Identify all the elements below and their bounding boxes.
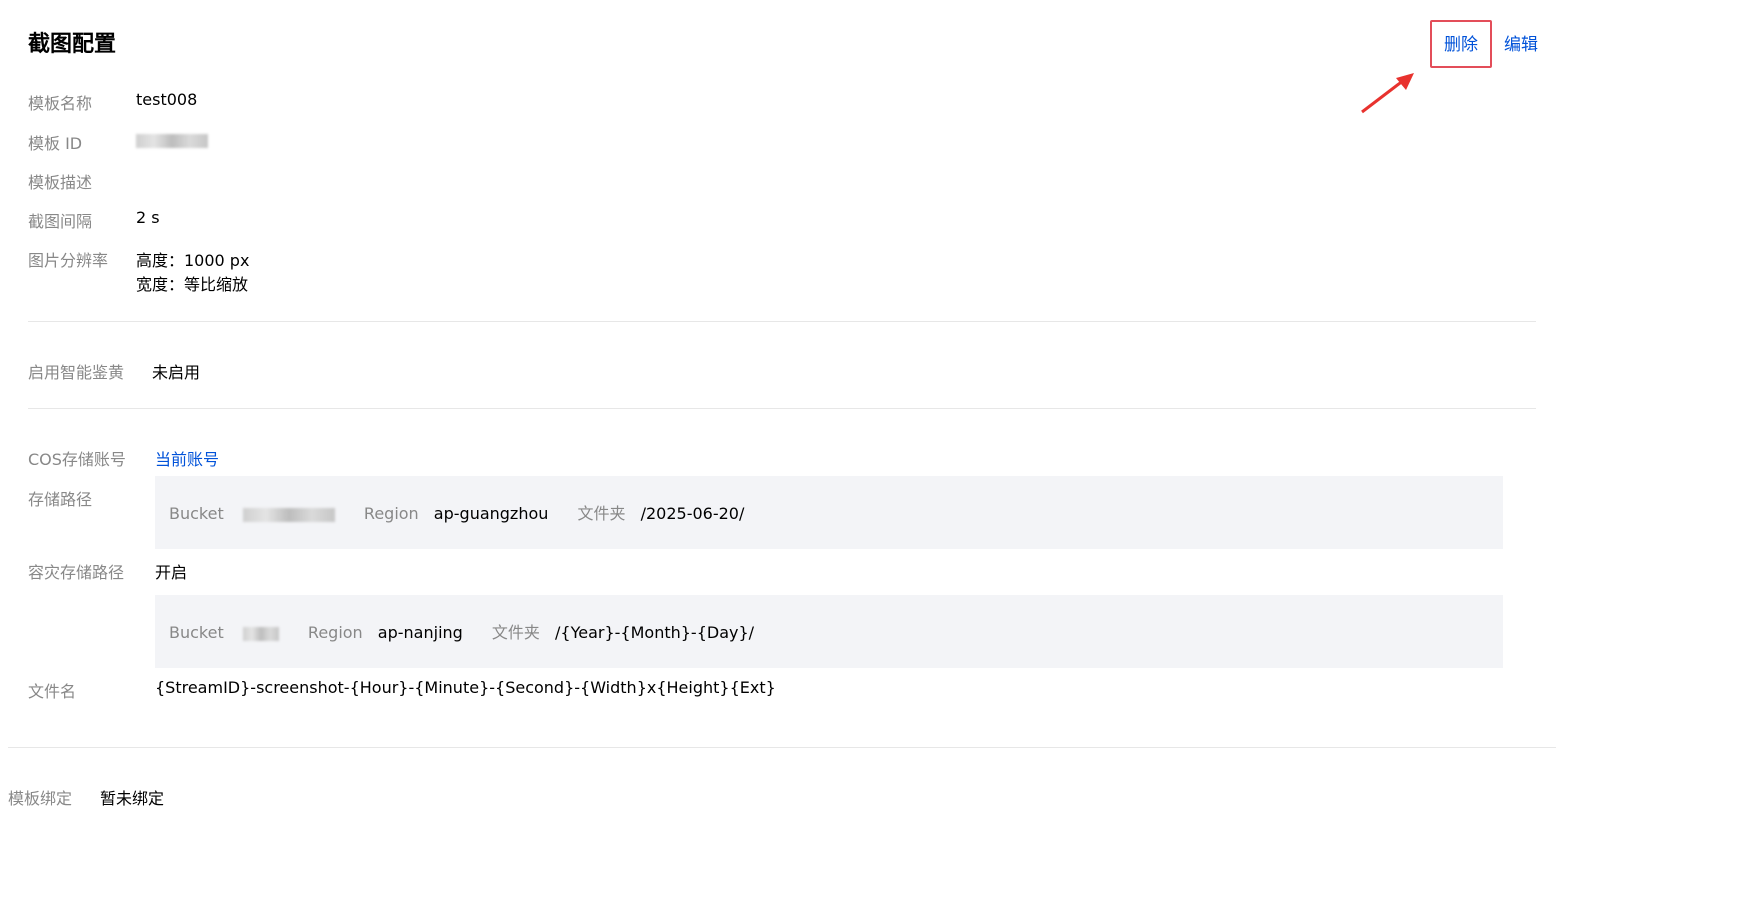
binding-value: 暂未绑定 xyxy=(100,789,165,808)
edit-button[interactable]: 编辑 xyxy=(1504,30,1538,55)
template-name-label: 模板名称 xyxy=(28,94,93,113)
resolution-height: 高度：1000 px xyxy=(136,251,250,270)
region-value: ap-guangzhou xyxy=(433,504,549,523)
cos-account-label: COS存储账号 xyxy=(28,450,126,469)
divider xyxy=(8,747,1556,748)
backup-storage-panel: Bucket Region ap-nanjing 文件夹 /{Year}-{Mo… xyxy=(155,595,1503,668)
bucket-value-redacted xyxy=(242,507,335,522)
filename-value: {StreamID}-screenshot-{Hour}-{Minute}-{S… xyxy=(155,678,776,697)
annotation-arrow-icon xyxy=(1361,73,1414,114)
folder-value: /{Year}-{Month}-{Day}/ xyxy=(555,623,755,642)
storage-path-label: 存储路径 xyxy=(28,490,93,509)
filename-label: 文件名 xyxy=(28,682,77,701)
template-id-value-redacted xyxy=(136,130,208,149)
resolution-width: 宽度：等比缩放 xyxy=(136,275,249,294)
template-name-value: test008 xyxy=(136,90,198,109)
region-label: Region xyxy=(363,504,419,523)
divider xyxy=(28,321,1536,322)
divider xyxy=(28,408,1536,409)
region-label: Region xyxy=(307,623,363,642)
dr-storage-value: 开启 xyxy=(155,563,188,582)
interval-value: 2 s xyxy=(136,208,160,227)
interval-label: 截图间隔 xyxy=(28,212,93,231)
primary-storage-panel: Bucket Region ap-guangzhou 文件夹 /2025-06-… xyxy=(155,476,1503,549)
template-desc-label: 模板描述 xyxy=(28,173,93,192)
region-value: ap-nanjing xyxy=(377,623,463,642)
bucket-label: Bucket xyxy=(169,623,224,642)
moderation-value: 未启用 xyxy=(152,363,201,382)
delete-highlight-box xyxy=(1430,20,1492,68)
folder-label: 文件夹 xyxy=(491,623,540,642)
folder-value: /2025-06-20/ xyxy=(640,504,745,523)
template-id-label: 模板 ID xyxy=(28,134,83,153)
resolution-label: 图片分辨率 xyxy=(28,251,109,270)
dr-storage-label: 容灾存储路径 xyxy=(28,563,125,582)
moderation-label: 启用智能鉴黄 xyxy=(28,363,125,382)
bucket-label: Bucket xyxy=(169,504,224,523)
cos-account-link[interactable]: 当前账号 xyxy=(155,446,219,470)
binding-label: 模板绑定 xyxy=(8,789,73,808)
folder-label: 文件夹 xyxy=(577,504,626,523)
bucket-value-redacted xyxy=(242,626,279,641)
page-title: 截图配置 xyxy=(28,32,117,57)
